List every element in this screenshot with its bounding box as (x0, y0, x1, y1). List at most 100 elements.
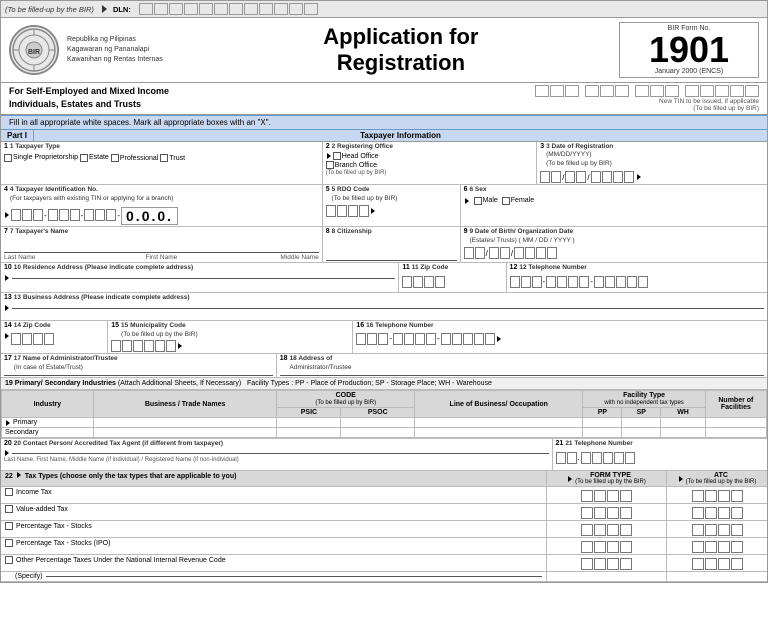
zip2-arrow (5, 333, 9, 339)
head-office-label: Head Office (342, 153, 379, 160)
tel-box (510, 276, 520, 288)
dln-box (274, 3, 288, 15)
checkbox-male[interactable]: Male (474, 197, 498, 205)
industry-col-facility: Facility Typewith no independent tax typ… (583, 391, 705, 408)
field-dob: 9 9 Date of Birth/ Organization Date (Es… (461, 227, 767, 262)
estate-label: Estate (89, 154, 109, 161)
arrow-date (637, 174, 641, 180)
dln-box (304, 3, 318, 15)
org-line3: Kawanihan ng Rentas Internas (67, 55, 163, 65)
arrow-head-office (327, 153, 331, 159)
tel-box (579, 276, 589, 288)
tax-vat-form (547, 504, 667, 520)
subtitle-bar: For Self-Employed and Mixed Income Indiv… (1, 83, 767, 115)
zip-box (402, 276, 412, 288)
field2-label: 2 Registering Office (332, 143, 393, 151)
checkbox-head-office-box[interactable] (333, 152, 341, 160)
industry-col-pp: PP (583, 408, 622, 418)
checkbox-other-pct[interactable] (5, 556, 13, 564)
tin-box (33, 209, 43, 221)
atc-box (692, 507, 704, 519)
checkbox-female-box[interactable] (502, 197, 510, 205)
form-box (581, 541, 593, 553)
tax-income-label: Income Tax (1, 487, 547, 503)
tel2-box (426, 333, 436, 345)
date-box (565, 171, 575, 183)
row-6: 14 14 Zip Code 15 15 Municipality Code ( (1, 321, 767, 354)
checkbox-trust[interactable]: Trust (160, 154, 185, 162)
field20-label: 20 Contact Person/ Accredited Tax Agent … (14, 440, 223, 448)
dln-box (169, 3, 183, 15)
date-box (551, 171, 561, 183)
tin-cell (565, 85, 579, 97)
checkbox-branch-office-box[interactable] (326, 161, 334, 169)
form-box (594, 524, 606, 536)
checkbox-professional[interactable]: Professional (111, 154, 159, 162)
checkbox-pct-ipo[interactable] (5, 539, 13, 547)
field21-label: 21 Telephone Number (565, 440, 632, 448)
field8-label: 8 Citizenship (332, 228, 372, 236)
checkbox-branch-office[interactable]: Branch Office (326, 161, 377, 169)
checkbox-single-prop[interactable]: Single Proprietorship (4, 154, 78, 162)
tin-cell (650, 85, 664, 97)
subtitle-text: For Self-Employed and Mixed Income Indiv… (9, 85, 169, 110)
muni-box (166, 340, 176, 352)
checkbox-pct-stocks[interactable] (5, 522, 13, 530)
industry-row-primary: Primary (2, 418, 767, 428)
other-pct-text: Other Percentage Taxes Under the Nationa… (16, 557, 226, 564)
industry-secondary-sp (622, 428, 661, 438)
field15-number: 15 (111, 322, 119, 329)
arrow-rdo (371, 208, 375, 214)
checkbox-head-office[interactable]: Head Office (326, 152, 379, 160)
tel2-box (463, 333, 473, 345)
checkbox-vat[interactable] (5, 505, 13, 513)
industry-secondary-label: Secondary (2, 428, 94, 438)
checkbox-estate-box[interactable] (80, 154, 88, 162)
tin-box (22, 209, 32, 221)
industry-secondary-psic (277, 428, 341, 438)
tax-pct-stocks-atc (667, 521, 767, 537)
field17-number: 17 (4, 355, 12, 362)
field15-sub: (To be filled up by the BIR) (121, 331, 198, 339)
tel2-box (452, 333, 462, 345)
field-business-address: 13 13 Business Address (Please indicate … (1, 293, 767, 320)
dln-box (214, 3, 228, 15)
tel3-box (614, 452, 624, 464)
checkbox-income-tax[interactable] (5, 488, 13, 496)
tel-box (605, 276, 615, 288)
checkbox-professional-box[interactable] (111, 154, 119, 162)
checkbox-single-prop-box[interactable] (4, 154, 12, 162)
checkbox-male-box[interactable] (474, 197, 482, 205)
date-sep: / (587, 173, 589, 182)
tax-other-pct-label: Other Percentage Taxes Under the Nationa… (1, 555, 547, 571)
field3-note: (MM/DD/YYYY) (546, 151, 613, 159)
rdo-box (326, 205, 336, 217)
field3-sub: (To be filled up by BIR) (546, 160, 613, 168)
industry-primary-psic (277, 418, 341, 428)
field-telephone-2: 16 16 Telephone Number - - (353, 321, 767, 353)
muni-box (122, 340, 132, 352)
field2-number: 2 (326, 143, 330, 150)
atc-box (718, 490, 730, 502)
tax-pct-stocks-form (547, 521, 667, 537)
field-admin-name: 17 17 Name of Administrator/Trustee (In … (1, 354, 277, 377)
form-box (594, 507, 606, 519)
dob-box (489, 247, 499, 259)
secondary-text: Secondary (5, 429, 38, 436)
tax-types-section: 22 Tax Types (choose only the tax types … (1, 471, 767, 582)
sex-arrow (465, 198, 469, 204)
checkbox-estate[interactable]: Estate (80, 154, 109, 162)
form-no-number: 1901 (624, 32, 754, 68)
zip-box (424, 276, 434, 288)
checkbox-trust-box[interactable] (160, 154, 168, 162)
industries-table: Industry Business / Trade Names CODE(To … (1, 390, 767, 438)
zip-box (413, 276, 423, 288)
checkbox-female[interactable]: Female (502, 197, 534, 205)
tax-row-vat: Value-added Tax (1, 504, 767, 521)
industry-secondary-pp (583, 428, 622, 438)
tel2-box (415, 333, 425, 345)
field22-label: 22 (5, 473, 13, 480)
tax-row-income: Income Tax (1, 487, 767, 504)
tax-vat-label: Value-added Tax (1, 504, 547, 520)
dln-box (259, 3, 273, 15)
